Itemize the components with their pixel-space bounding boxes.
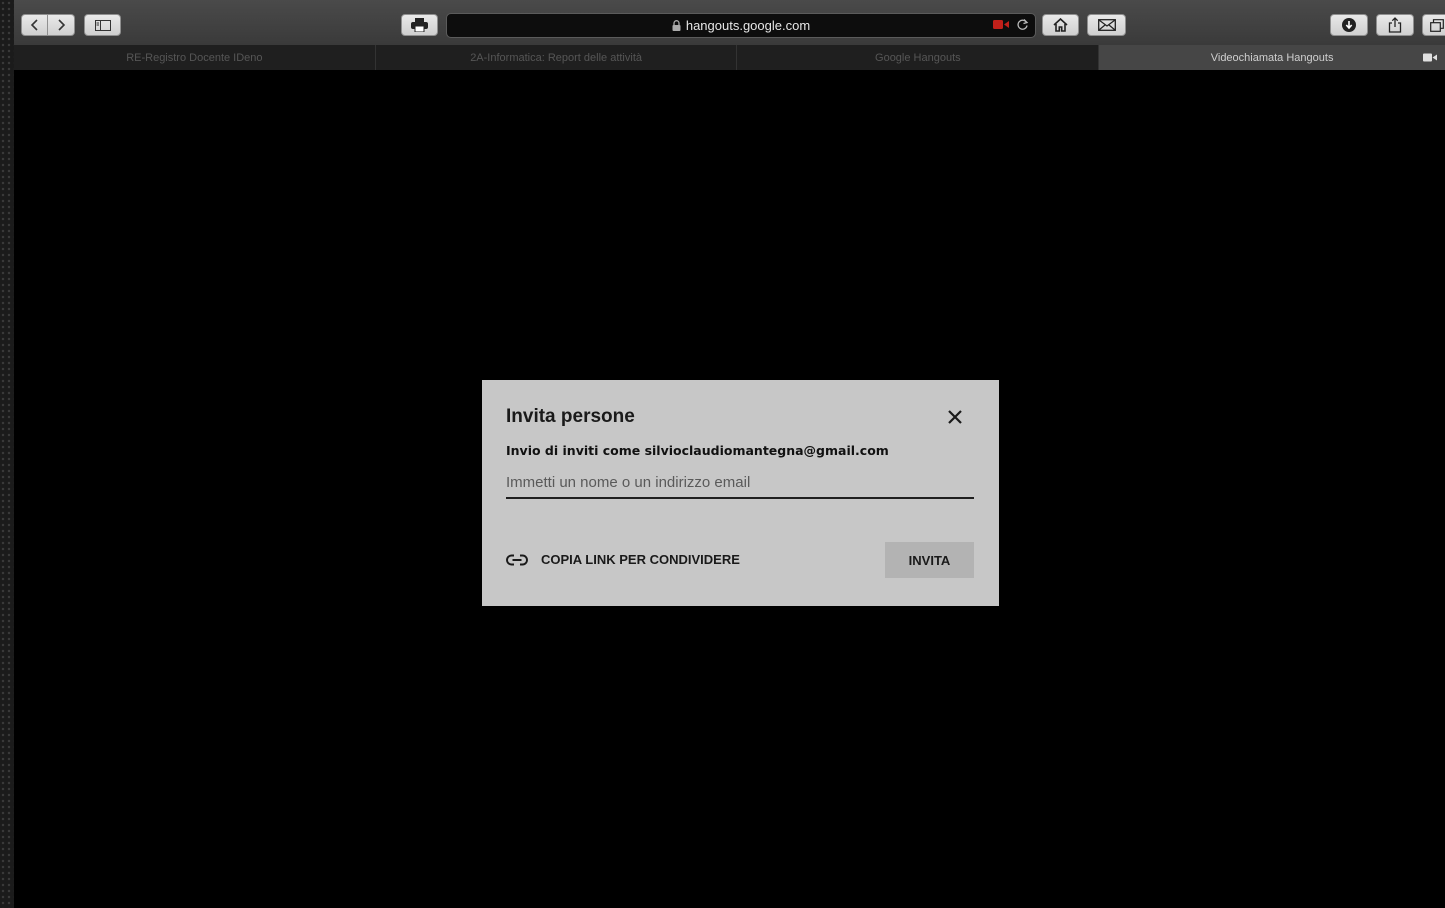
tab-label: RE-Registro Docente IDeno xyxy=(126,51,263,64)
close-button[interactable] xyxy=(946,408,964,426)
url-text: hangouts.google.com xyxy=(685,18,811,33)
copy-link-label: COPIA LINK PER CONDIVIDERE xyxy=(541,552,740,567)
browser-toolbar: hangouts.google.com xyxy=(14,0,1445,46)
tabs-overview-button[interactable] xyxy=(1422,14,1445,36)
invite-email-input[interactable] xyxy=(506,471,974,499)
back-button[interactable] xyxy=(21,14,48,36)
link-icon xyxy=(506,554,528,565)
nav-buttons xyxy=(21,14,75,36)
tab-label: Google Hangouts xyxy=(875,51,961,64)
dialog-title: Invita persone xyxy=(506,406,635,427)
forward-icon xyxy=(58,19,66,31)
back-icon xyxy=(30,19,38,31)
close-icon xyxy=(948,410,962,424)
invite-dialog: Invita persone Invio di inviti come silv… xyxy=(482,380,999,606)
forward-button[interactable] xyxy=(48,14,75,36)
downloads-button[interactable] xyxy=(1330,14,1368,36)
address-bar[interactable]: hangouts.google.com xyxy=(446,13,1036,38)
reload-icon[interactable] xyxy=(1016,18,1029,31)
tab-label: Videochiamata Hangouts xyxy=(1210,51,1334,64)
tabs-icon xyxy=(1430,18,1444,32)
tab-label: 2A-Informatica: Report delle attività xyxy=(470,51,642,64)
browser-window: hangouts.google.com RE-Registro Docente … xyxy=(14,0,1445,908)
home-button[interactable] xyxy=(1042,14,1079,36)
tab-informatica-report[interactable]: 2A-Informatica: Report delle attività xyxy=(376,45,738,70)
share-icon xyxy=(1388,17,1402,33)
print-button[interactable] xyxy=(401,14,438,36)
tab-videochiamata-hangouts[interactable]: Videochiamata Hangouts xyxy=(1099,45,1445,70)
download-icon xyxy=(1342,18,1356,32)
printer-icon xyxy=(411,18,428,32)
share-button[interactable] xyxy=(1376,14,1414,36)
invite-button[interactable]: INVITA xyxy=(885,542,974,578)
tab-registro-docente[interactable]: RE-Registro Docente IDeno xyxy=(14,45,376,70)
address-icons xyxy=(993,18,1029,31)
home-icon xyxy=(1053,18,1068,32)
camera-icon[interactable] xyxy=(993,19,1010,30)
tab-bar: RE-Registro Docente IDeno 2A-Informatica… xyxy=(14,45,1445,71)
sidebar-icon xyxy=(94,19,111,31)
mail-icon xyxy=(1097,19,1116,31)
camera-icon xyxy=(1423,53,1437,62)
lock-icon xyxy=(672,20,681,31)
sidebar-button[interactable] xyxy=(84,14,121,36)
mail-button[interactable] xyxy=(1087,14,1126,36)
dialog-subtitle: Invio di inviti come silvioclaudiomanteg… xyxy=(506,443,889,458)
copy-link-button[interactable]: COPIA LINK PER CONDIVIDERE xyxy=(506,552,740,567)
tab-google-hangouts[interactable]: Google Hangouts xyxy=(737,45,1100,70)
